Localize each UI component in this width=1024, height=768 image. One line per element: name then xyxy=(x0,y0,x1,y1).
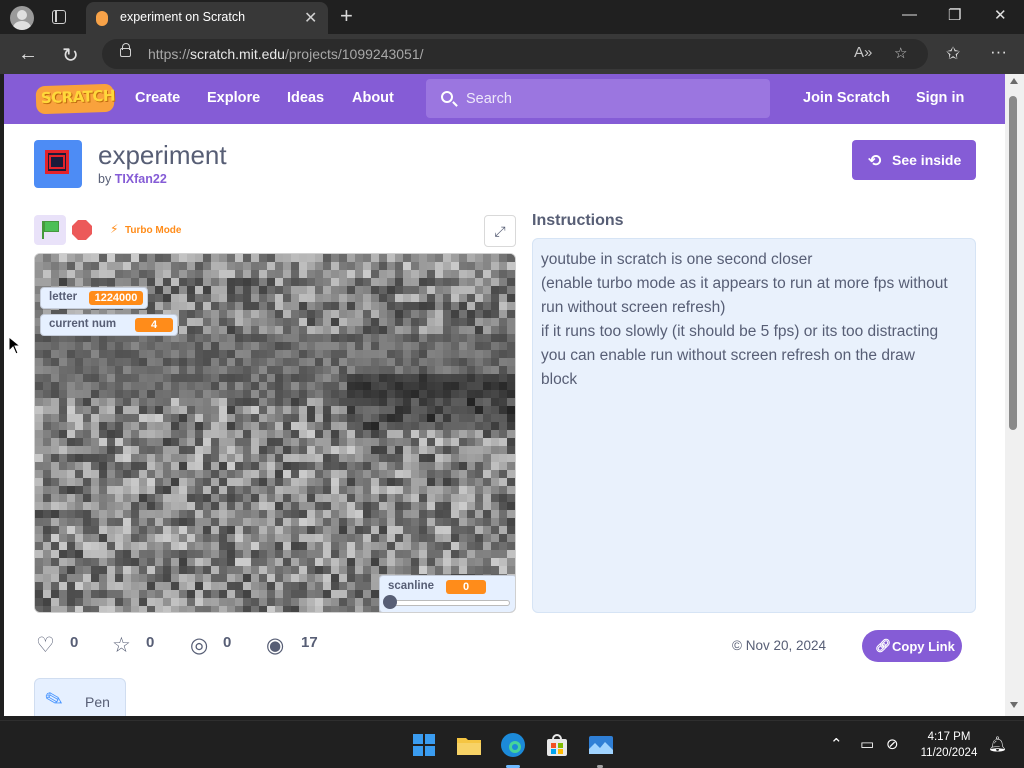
remix-icon: ◎ xyxy=(190,634,209,657)
project-title: experiment xyxy=(98,140,227,170)
love-icon[interactable]: ♡ xyxy=(36,633,55,658)
copy-link-button[interactable]: 🔗︎ Copy Link xyxy=(862,630,962,662)
page-viewport: SCRATCH Create Explore Ideas About Searc… xyxy=(4,74,1005,716)
project-date: © Nov 20, 2024 xyxy=(732,638,827,653)
windows-taskbar: ⌃ ▭ ⊘ 4:17 PM 11/20/2024 🔔︎ xyxy=(0,720,1024,768)
monitor-letter: letter 1224000 xyxy=(40,287,148,309)
green-flag-button[interactable] xyxy=(34,215,66,245)
project-stage[interactable]: letter 1224000 current num 4 scanline 0 xyxy=(34,253,516,613)
favorites-icon[interactable]: ✩ xyxy=(946,44,960,64)
network-icon[interactable]: ⊘ xyxy=(886,735,899,753)
minimize-icon[interactable]: — xyxy=(902,6,917,23)
project-thumbnail xyxy=(34,140,82,188)
author-link[interactable]: TIXfan22 xyxy=(115,172,167,186)
pen-icon: ✎ xyxy=(41,685,67,714)
copyright-icon: © xyxy=(732,638,742,653)
url-field[interactable]: https://scratch.mit.edu/projects/1099243… xyxy=(102,39,928,69)
instructions-line: run without screen refresh) xyxy=(541,299,726,316)
views-eye-icon: ◉ xyxy=(266,634,285,657)
remix-count: 0 xyxy=(223,634,232,651)
start-icon[interactable] xyxy=(408,729,440,761)
view-count: 17 xyxy=(301,634,318,651)
browser-tab-bar: experiment on Scratch ✕ + — ❐ ✕ xyxy=(0,0,1024,34)
scrollbar-thumb[interactable] xyxy=(1009,96,1017,430)
fullscreen-button[interactable]: ⤢ xyxy=(484,215,516,247)
instructions-line: if it runs too slowly (it should be 5 fp… xyxy=(541,323,939,340)
extension-pen-tag[interactable]: ✎ Pen xyxy=(34,678,126,716)
favorite-star-icon[interactable]: ☆ xyxy=(112,633,131,658)
maximize-icon[interactable]: ❐ xyxy=(948,6,961,24)
scratch-logo[interactable]: SCRATCH xyxy=(35,83,115,115)
scratch-favicon-icon xyxy=(96,11,108,26)
notifications-bell-icon[interactable]: 🔔︎ xyxy=(988,735,1007,753)
edge-icon[interactable] xyxy=(497,729,529,761)
show-hidden-icons-icon[interactable]: ⌃ xyxy=(830,735,843,753)
tab-title: experiment on Scratch xyxy=(120,10,246,24)
see-inside-button[interactable]: ⟲ See inside xyxy=(852,140,976,180)
sign-in-link[interactable]: Sign in xyxy=(916,90,964,106)
monitor-scanline-slider[interactable]: scanline 0 xyxy=(379,575,515,612)
back-icon[interactable]: ← xyxy=(18,43,38,66)
read-aloud-icon[interactable]: A» xyxy=(854,44,872,61)
lightning-icon: ⚡ xyxy=(110,222,119,236)
favorite-icon[interactable]: ☆ xyxy=(894,44,907,62)
app-icon[interactable] xyxy=(585,729,617,761)
more-icon[interactable]: ··· xyxy=(990,42,1007,62)
join-scratch-link[interactable]: Join Scratch xyxy=(803,90,890,106)
page-scrollbar[interactable] xyxy=(1005,74,1024,716)
instructions-box: youtube in scratch is one second closer … xyxy=(532,238,976,613)
nav-create[interactable]: Create xyxy=(135,90,180,106)
lock-icon[interactable] xyxy=(120,43,131,57)
slider-track[interactable] xyxy=(386,600,510,606)
monitor-current-num: current num 4 xyxy=(40,314,178,336)
instructions-line: block xyxy=(541,371,578,388)
browser-tab[interactable]: experiment on Scratch ✕ xyxy=(86,2,328,34)
nav-explore[interactable]: Explore xyxy=(207,90,260,106)
nav-about[interactable]: About xyxy=(352,90,394,106)
remix-arrows-icon: ⟲ xyxy=(868,153,882,170)
instructions-line: you can enable run without screen refres… xyxy=(541,347,915,364)
instructions-heading: Instructions xyxy=(532,212,624,229)
scroll-up-icon[interactable] xyxy=(1010,78,1018,84)
store-icon[interactable] xyxy=(541,729,573,761)
link-icon: 🔗︎ xyxy=(875,638,892,653)
search-icon xyxy=(441,91,453,103)
slider-knob[interactable] xyxy=(383,595,397,609)
turbo-mode-label: Turbo Mode xyxy=(125,225,182,236)
tab-actions-icon[interactable] xyxy=(52,10,66,24)
love-count: 0 xyxy=(70,634,79,651)
stop-button[interactable] xyxy=(72,220,92,240)
scratch-navbar: SCRATCH Create Explore Ideas About Searc… xyxy=(4,74,1005,124)
green-flag-icon xyxy=(44,221,59,232)
instructions-line: (enable turbo mode as it appears to run … xyxy=(541,275,948,292)
nav-ideas[interactable]: Ideas xyxy=(287,90,324,106)
search-input[interactable]: Search xyxy=(426,79,770,118)
url-text: https://scratch.mit.edu/projects/1099243… xyxy=(148,46,424,62)
close-icon[interactable]: ✕ xyxy=(994,6,1007,24)
new-tab-icon[interactable]: + xyxy=(340,3,353,29)
fullscreen-icon: ⤢ xyxy=(494,223,506,239)
scroll-down-icon[interactable] xyxy=(1010,702,1018,708)
project-author-line: by TIXfan22 xyxy=(98,172,167,186)
favorite-count: 0 xyxy=(146,634,155,651)
address-bar: ← ↻ https://scratch.mit.edu/projects/109… xyxy=(0,34,1024,74)
instructions-line: youtube in scratch is one second closer xyxy=(541,251,813,268)
display-icon[interactable]: ▭ xyxy=(860,735,874,753)
system-clock[interactable]: 4:17 PM 11/20/2024 xyxy=(912,729,986,761)
profile-icon[interactable] xyxy=(10,6,34,30)
search-placeholder: Search xyxy=(466,91,512,107)
tab-close-icon[interactable]: ✕ xyxy=(304,8,317,28)
file-explorer-icon[interactable] xyxy=(453,729,485,761)
refresh-icon[interactable]: ↻ xyxy=(62,43,79,68)
